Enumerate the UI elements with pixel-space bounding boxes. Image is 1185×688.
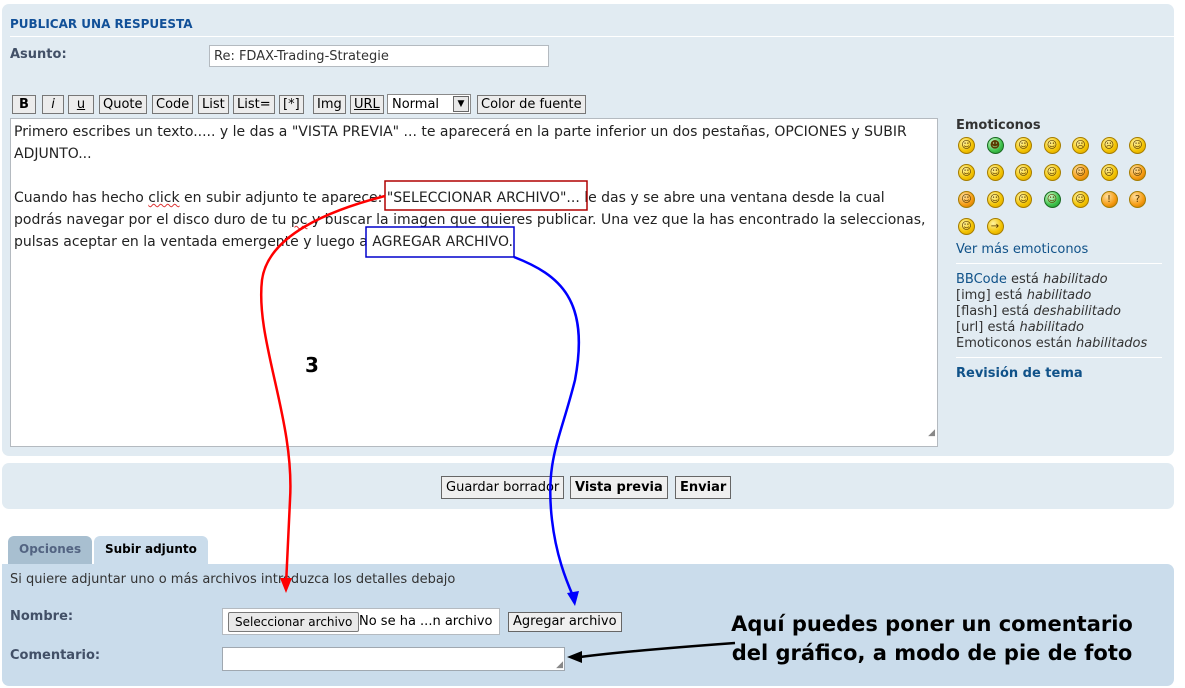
editor-line: Primero escribes un texto..... y le das … bbox=[14, 124, 907, 140]
biggrin-emoticon-icon[interactable]: ☺ bbox=[1015, 137, 1032, 154]
choose-file-button[interactable]: Seleccionar archivo bbox=[228, 612, 360, 632]
laugh-emoticon-icon[interactable]: ☺ bbox=[1043, 137, 1061, 154]
code-button[interactable]: Code bbox=[152, 95, 194, 114]
exclaim-emoticon-icon[interactable]: ☺ bbox=[1072, 191, 1089, 208]
message-textarea[interactable]: Primero escribes un texto..... y le das … bbox=[10, 118, 938, 447]
preview-button[interactable]: Vista previa bbox=[570, 476, 668, 499]
annotation-note: Aquí puedes poner un comentario del gráf… bbox=[731, 612, 1133, 665]
italic-button[interactable]: i bbox=[42, 95, 64, 114]
list-button[interactable]: List bbox=[198, 95, 229, 114]
eek-emoticon-icon[interactable]: ☺ bbox=[1129, 137, 1146, 154]
idea-emoticon-icon[interactable]: ☺ bbox=[958, 218, 975, 235]
lol-emoticon-icon[interactable]: ☺ bbox=[1015, 164, 1032, 181]
list-item-button[interactable]: [*] bbox=[279, 95, 304, 114]
arrow-emoticon-icon[interactable]: → bbox=[986, 218, 1004, 235]
step-number: 3 bbox=[305, 353, 319, 377]
mad-emoticon-icon[interactable]: ☺ bbox=[1043, 164, 1061, 181]
attachment-info: Si quiere adjuntar uno o más archivos in… bbox=[10, 572, 456, 587]
emoticons-status: Emoticonos están habilitados bbox=[956, 336, 1148, 351]
quote-button[interactable]: Quote bbox=[99, 95, 147, 114]
bbcode-status: BBCode está habilitado bbox=[956, 272, 1108, 287]
rolleyes-emoticon-icon[interactable]: ☺ bbox=[1015, 191, 1032, 208]
emoticons-title: Emoticonos bbox=[956, 118, 1041, 133]
img-button[interactable]: Img bbox=[313, 95, 346, 114]
editor-line: podrás navegar por el disco duro de tu p… bbox=[14, 212, 926, 228]
cry-emoticon-icon[interactable]: ☺ bbox=[1129, 164, 1146, 181]
resize-grip-icon[interactable]: ◢ bbox=[928, 422, 935, 444]
surprised-emoticon-icon[interactable]: ☹ bbox=[1100, 137, 1118, 154]
save-draft-button[interactable]: Guardar borrador bbox=[441, 476, 565, 499]
chevron-down-icon: ▼ bbox=[453, 96, 469, 112]
comment-label: Comentario: bbox=[10, 648, 101, 663]
flash-status: [flash] está deshabilitado bbox=[956, 304, 1122, 319]
name-label: Nombre: bbox=[10, 609, 74, 624]
editor-line: pulsas aceptar en la ventada emergente y… bbox=[14, 234, 513, 250]
ordered-list-button[interactable]: List= bbox=[233, 95, 275, 114]
url-status: [url] está habilitado bbox=[956, 320, 1085, 335]
more-emoticons-link[interactable]: Ver más emoticonos bbox=[956, 242, 1088, 257]
exclamation-emoticon-icon[interactable]: ! bbox=[1100, 191, 1118, 208]
subject-label: Asunto: bbox=[10, 47, 67, 62]
title-divider bbox=[10, 36, 1175, 37]
topic-review-link[interactable]: Revisión de tema bbox=[956, 366, 1083, 381]
bold-button[interactable]: B bbox=[12, 95, 36, 114]
file-input[interactable]: Seleccionar archivo No se ha ...n archiv… bbox=[222, 608, 500, 635]
url-button[interactable]: URL bbox=[350, 95, 384, 114]
razz-emoticon-icon[interactable]: ☺ bbox=[1072, 164, 1089, 181]
tab-options[interactable]: Opciones bbox=[8, 536, 93, 564]
font-size-select[interactable]: Normal ▼ bbox=[387, 94, 471, 114]
grin-emoticon-icon[interactable]: ☻ bbox=[986, 137, 1004, 154]
confused-emoticon-icon[interactable]: ☺ bbox=[958, 164, 975, 181]
editor-line: Cuando has hecho click en subir adjunto … bbox=[14, 190, 885, 206]
sidebar-divider bbox=[956, 357, 1162, 358]
underline-button[interactable]: u bbox=[68, 95, 94, 114]
add-file-button[interactable]: Agregar archivo bbox=[508, 612, 622, 632]
subject-input[interactable]: Re: FDAX-Trading-Strategie bbox=[209, 45, 549, 67]
font-size-value: Normal bbox=[392, 97, 440, 112]
font-color-button[interactable]: Color de fuente bbox=[477, 95, 586, 114]
editor-line: ADJUNTO... bbox=[14, 146, 92, 162]
tab-upload-attachment[interactable]: Subir adjunto bbox=[94, 536, 208, 564]
sad-emoticon-icon[interactable]: ☹ bbox=[1072, 137, 1089, 154]
wink-emoticon-icon[interactable]: ☺ bbox=[1043, 191, 1061, 208]
redface-emoticon-icon[interactable]: ☹ bbox=[1100, 164, 1118, 181]
submit-button[interactable]: Enviar bbox=[675, 476, 732, 499]
section-title: PUBLICAR UNA RESPUESTA bbox=[10, 17, 193, 31]
sidebar-divider bbox=[956, 263, 1162, 264]
smile-emoticon-icon[interactable]: ☺ bbox=[958, 137, 975, 154]
twisted-emoticon-icon[interactable]: ☺ bbox=[986, 191, 1004, 208]
resize-grip-icon[interactable]: ◢ bbox=[556, 660, 563, 670]
cool-emoticon-icon[interactable]: ☺ bbox=[986, 164, 1004, 181]
question-emoticon-icon[interactable]: ? bbox=[1129, 191, 1146, 208]
evil-emoticon-icon[interactable]: ☺ bbox=[958, 191, 975, 208]
file-status-text: No se ha ...n archivo bbox=[359, 614, 493, 629]
comment-textarea[interactable]: ◢ bbox=[222, 647, 565, 671]
img-status: [img] está habilitado bbox=[956, 288, 1092, 303]
